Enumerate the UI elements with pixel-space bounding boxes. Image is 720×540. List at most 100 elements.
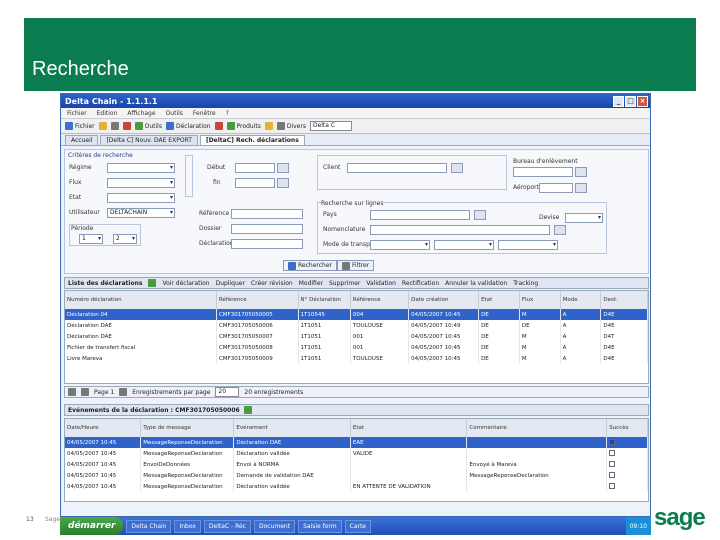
column-header[interactable]: Flux bbox=[519, 291, 561, 309]
tab-search-declarations[interactable]: [DeltaC] Rech. déclarations bbox=[199, 135, 305, 145]
devise-select[interactable] bbox=[565, 213, 603, 223]
reference-input[interactable] bbox=[231, 209, 303, 219]
fin-input[interactable] bbox=[235, 178, 275, 188]
column-header[interactable]: Evénement bbox=[233, 419, 351, 437]
folder-icon[interactable] bbox=[98, 122, 107, 130]
aeroport-input[interactable] bbox=[539, 183, 573, 193]
debut-calendar-icon[interactable] bbox=[277, 163, 289, 173]
action-delete[interactable]: Supprimer bbox=[329, 280, 360, 287]
action-tracking[interactable]: Tracking bbox=[513, 280, 538, 287]
action-cancel-validation[interactable]: Annuler la validation bbox=[445, 280, 507, 287]
menu-item[interactable]: Fichier bbox=[67, 110, 87, 117]
print-icon[interactable] bbox=[110, 122, 119, 130]
close-button[interactable]: × bbox=[637, 95, 648, 107]
table-row[interactable]: 04/05/2007 10:45 MessageReponseDeclaratio… bbox=[65, 437, 648, 448]
menu-item[interactable]: Edition bbox=[97, 110, 118, 117]
table-row[interactable]: Livre Mareva CMF301705050009 1T1051 TOULOUS… bbox=[65, 353, 648, 364]
action-edit[interactable]: Modifier bbox=[299, 280, 323, 287]
minimize-button[interactable]: _ bbox=[613, 95, 624, 107]
table-row[interactable]: 04/05/2007 10:45 EnvoiDeDonnées Envoi à NO… bbox=[65, 459, 648, 470]
column-header[interactable]: Etat bbox=[350, 419, 468, 437]
success-checkbox[interactable] bbox=[609, 460, 616, 467]
menu-item[interactable]: Outils bbox=[166, 110, 183, 117]
debut-input[interactable] bbox=[235, 163, 275, 173]
action-validate[interactable]: Validation bbox=[366, 280, 396, 287]
client-lookup-icon[interactable] bbox=[451, 163, 463, 173]
refresh-icon[interactable] bbox=[148, 279, 157, 287]
taskbar-item[interactable]: Document bbox=[253, 519, 296, 533]
settings-icon[interactable] bbox=[264, 122, 273, 130]
taskbar-item[interactable]: Delta Chain bbox=[126, 519, 172, 533]
per-page-select[interactable]: 20 bbox=[215, 387, 240, 397]
action-duplicate[interactable]: Dupliquer bbox=[216, 280, 245, 287]
column-header[interactable]: Succès bbox=[606, 419, 648, 437]
module-select[interactable]: Delta C bbox=[309, 121, 352, 131]
taskbar-item[interactable]: Carte bbox=[344, 519, 372, 533]
success-checkbox[interactable] bbox=[609, 449, 616, 456]
declaration-tool[interactable]: Déclaration bbox=[165, 122, 211, 130]
fin-calendar-icon[interactable] bbox=[277, 178, 289, 188]
column-header[interactable]: N° Déclaration bbox=[298, 291, 351, 309]
utilisateur-select[interactable]: DELTACHAIN bbox=[107, 208, 175, 218]
success-checkbox[interactable] bbox=[609, 482, 616, 489]
menu-item[interactable]: Fenêtre bbox=[193, 110, 216, 117]
prev-page-icon[interactable] bbox=[81, 388, 89, 396]
etat-select[interactable] bbox=[107, 193, 175, 203]
table-row[interactable]: 04/05/2007 10:45 MessageReponseDeclaratio… bbox=[65, 481, 648, 492]
products-tool[interactable]: Produits bbox=[226, 122, 261, 130]
help-icon[interactable] bbox=[214, 122, 223, 130]
action-rectify[interactable]: Rectification bbox=[402, 280, 439, 287]
action-revision[interactable]: Créer révision bbox=[251, 280, 293, 287]
declaration-input[interactable] bbox=[231, 239, 303, 249]
mode-select-3[interactable] bbox=[498, 240, 558, 250]
search-button[interactable]: Rechercher bbox=[283, 260, 337, 271]
column-header[interactable]: Etat bbox=[478, 291, 520, 309]
nomenclature-input[interactable] bbox=[370, 225, 550, 235]
mode-select-2[interactable] bbox=[434, 240, 494, 250]
column-header[interactable]: Mode bbox=[560, 291, 602, 309]
first-page-icon[interactable] bbox=[68, 388, 76, 396]
pays-lookup-icon[interactable] bbox=[474, 210, 486, 220]
column-header[interactable]: Type de message bbox=[140, 419, 235, 437]
column-header[interactable]: Date/Heure bbox=[65, 419, 142, 437]
column-header[interactable]: Date création bbox=[408, 291, 480, 309]
tab-new-dae-export[interactable]: [Delta C] Nouv. DAE EXPORT bbox=[100, 135, 198, 145]
divers-tool[interactable]: Divers bbox=[276, 122, 306, 130]
taskbar-item[interactable]: Inbox bbox=[174, 519, 201, 533]
dossier-input[interactable] bbox=[231, 224, 303, 234]
next-page-icon[interactable] bbox=[119, 388, 128, 396]
success-checkbox[interactable] bbox=[609, 438, 616, 445]
client-input[interactable] bbox=[347, 163, 447, 173]
menu-item[interactable]: Affichage bbox=[127, 110, 155, 117]
filter-button[interactable]: Filtrer bbox=[337, 260, 375, 271]
success-checkbox[interactable] bbox=[609, 471, 616, 478]
table-row[interactable]: Déclaration 04 CMF301705050005 1T10545 004 0… bbox=[65, 309, 648, 320]
column-header[interactable]: Commentaire bbox=[466, 419, 608, 437]
table-row[interactable]: 04/05/2007 10:45 MessageReponseDeclaratio… bbox=[65, 470, 648, 481]
period-from-select[interactable]: 1 bbox=[79, 234, 103, 244]
delete-icon[interactable] bbox=[122, 122, 131, 130]
tools-tool[interactable]: Outils bbox=[134, 122, 162, 130]
menu-item[interactable]: ? bbox=[226, 110, 229, 117]
tab-home[interactable]: Accueil bbox=[65, 135, 99, 145]
aeroport-lookup-icon[interactable] bbox=[575, 183, 587, 193]
column-header[interactable]: Référence bbox=[216, 291, 299, 309]
flux-select[interactable] bbox=[107, 178, 175, 188]
column-header[interactable]: Dest. bbox=[600, 291, 648, 309]
maximize-button[interactable]: □ bbox=[625, 95, 636, 107]
mode-select[interactable] bbox=[370, 240, 430, 250]
pays-input[interactable] bbox=[370, 210, 470, 220]
start-button[interactable]: démarrer bbox=[60, 517, 124, 535]
regime-select[interactable] bbox=[107, 163, 175, 173]
bureau-input[interactable] bbox=[513, 167, 573, 177]
table-row[interactable]: Fichier de transfert fiscal CMF3017050500… bbox=[65, 342, 648, 353]
column-header[interactable]: Référence bbox=[350, 291, 410, 309]
table-row[interactable]: Déclaration DAE CMF301705050007 1T1051 001 0… bbox=[65, 331, 648, 342]
taskbar-item[interactable]: DeltaC - Réc bbox=[203, 519, 251, 533]
table-row[interactable]: 04/05/2007 10:45 MessageReponseDeclaratio… bbox=[65, 448, 648, 459]
action-view[interactable]: Voir déclaration bbox=[162, 280, 209, 287]
table-row[interactable]: Déclaration DAE CMF301705050006 1T1051 TOUL… bbox=[65, 320, 648, 331]
period-to-select[interactable]: 2 bbox=[113, 234, 137, 244]
bureau-lookup-icon[interactable] bbox=[575, 167, 587, 177]
nomenclature-lookup-icon[interactable] bbox=[554, 225, 566, 235]
